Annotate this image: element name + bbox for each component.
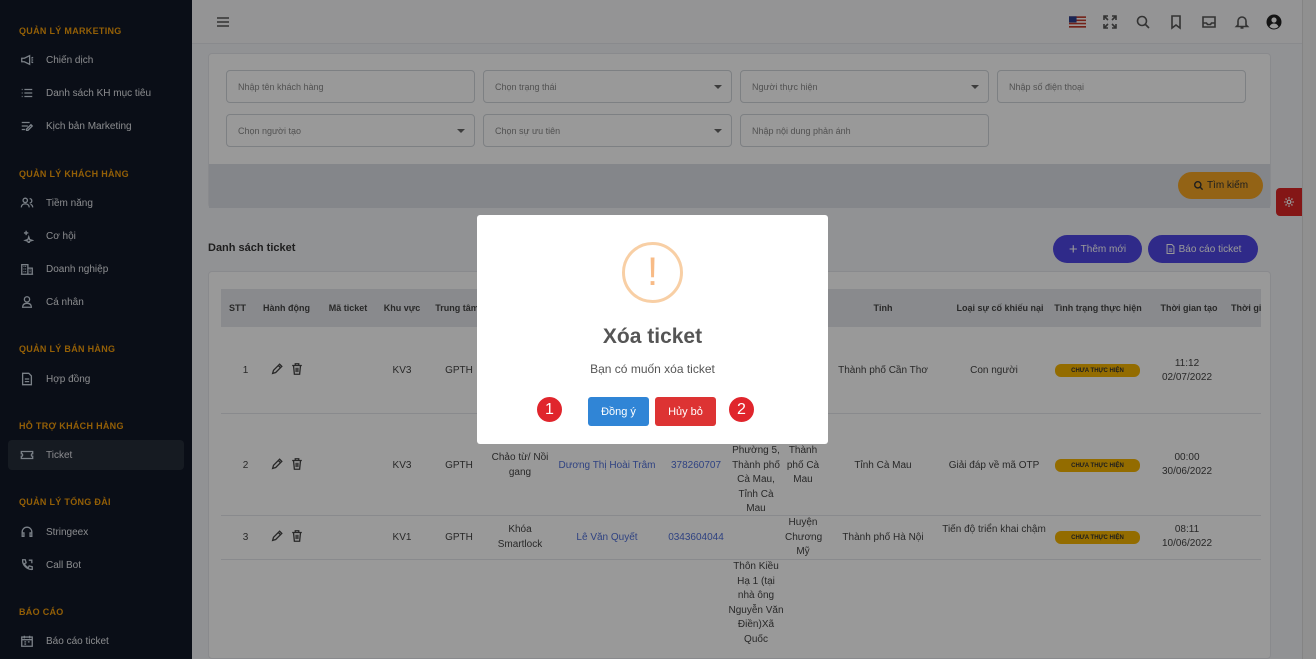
annotation-marker-2: 2 [727,395,756,424]
confirm-button[interactable]: Đồng ý [588,397,649,426]
annotation-marker-1: 1 [535,395,564,424]
delete-ticket-dialog: ! Xóa ticket Bạn có muốn xóa ticket Đồng… [477,215,828,444]
dialog-message: Bạn có muốn xóa ticket [590,362,715,376]
warning-icon: ! [622,242,683,303]
cancel-button[interactable]: Hủy bỏ [655,397,716,426]
dialog-title: Xóa ticket [602,325,703,348]
